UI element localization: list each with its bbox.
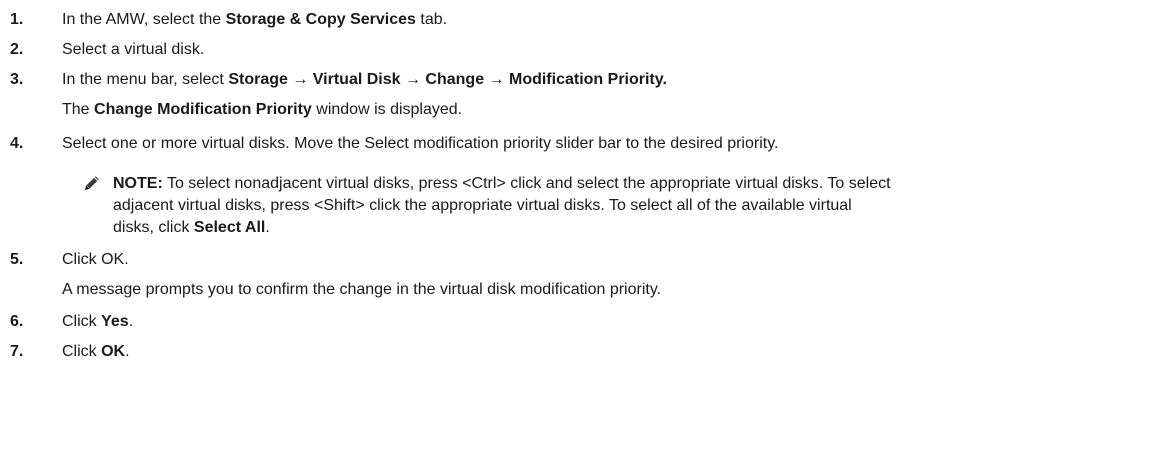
step-text: Click OK. xyxy=(62,251,129,268)
procedure-steps: 1. In the AMW, select the Storage & Copy… xyxy=(0,0,1173,449)
step-text: Click Yes. xyxy=(62,313,134,330)
note-line-1: NOTE: To select nonadjacent virtual disk… xyxy=(113,175,891,192)
step-number: 2. xyxy=(10,41,24,58)
step-result-text: A message prompts you to confirm the cha… xyxy=(62,281,662,298)
step-text: Select one or more virtual disks. Move t… xyxy=(62,135,779,152)
button-term: Yes xyxy=(101,313,129,330)
tab-name: Storage & Copy Services xyxy=(225,11,416,28)
step-text: Click OK. xyxy=(62,343,130,360)
step-text: Select a virtual disk. xyxy=(62,41,205,58)
step-number: 4. xyxy=(10,135,24,152)
step-text: In the AMW, select the Storage & Copy Se… xyxy=(62,11,448,28)
note-line-3: disks, click Select All. xyxy=(113,219,270,236)
note-label: NOTE: xyxy=(113,175,163,192)
step-result-text: The Change Modification Priority window … xyxy=(62,101,463,118)
note-line-2: adjacent virtual disks, press <Shift> cl… xyxy=(113,197,852,214)
step-number: 5. xyxy=(10,251,24,268)
pencil-note-icon xyxy=(83,174,101,192)
window-name: Change Modification Priority xyxy=(94,101,312,118)
step-number: 1. xyxy=(10,11,24,28)
menu-path: Storage → Virtual Disk → Change → Modifi… xyxy=(228,71,667,88)
step-number: 3. xyxy=(10,71,24,88)
step-text: In the menu bar, select Storage → Virtua… xyxy=(62,71,667,88)
button-term: OK xyxy=(101,343,126,360)
select-all-term: Select All xyxy=(193,219,266,236)
step-number: 7. xyxy=(10,343,24,360)
step-number: 6. xyxy=(10,313,24,330)
